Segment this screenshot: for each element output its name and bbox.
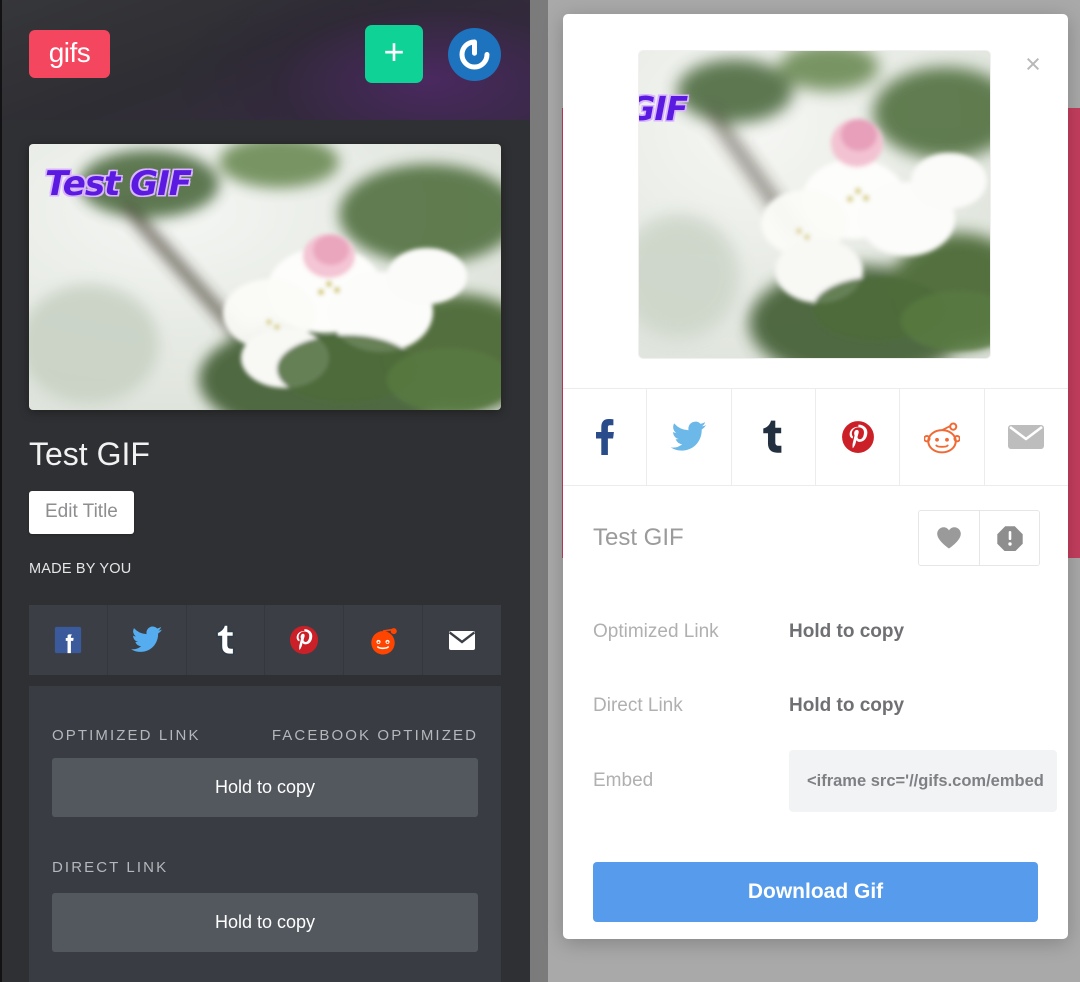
account-avatar-button[interactable]	[448, 27, 501, 81]
mail-icon	[448, 630, 476, 650]
facebook-icon	[54, 626, 82, 654]
modal-share-twitter-button[interactable]	[647, 389, 732, 485]
tumblr-icon	[763, 420, 782, 453]
modal-share-facebook-button[interactable]	[563, 389, 648, 485]
screen: gifs + Test GIF Test GIF Edit Title MADE…	[0, 0, 1080, 982]
twitter-icon	[670, 421, 707, 451]
modal-share-reddit-button[interactable]	[900, 389, 985, 485]
modal-direct-link-label: Direct Link	[593, 695, 683, 716]
modal-gif-image	[639, 51, 990, 358]
reddit-icon	[371, 628, 397, 655]
pinterest-icon	[841, 421, 874, 453]
modal-share-tumblr-button[interactable]	[732, 389, 816, 485]
modal-direct-link-row: Direct Link Hold to copy	[563, 680, 1068, 732]
modal-gif-preview[interactable]: t GIF	[639, 51, 990, 358]
share-bar	[29, 605, 501, 675]
modal-optimized-hold-to-copy[interactable]: Hold to copy	[789, 621, 904, 643]
modal-share-pinterest-button[interactable]	[816, 389, 901, 485]
gifs-logo[interactable]: gifs	[29, 30, 110, 78]
tumblr-icon	[215, 625, 235, 655]
mail-icon	[1008, 425, 1045, 449]
modal-action-group	[918, 510, 1040, 566]
reddit-icon	[923, 422, 960, 454]
gif-overlay-text: Test GIF	[45, 164, 192, 204]
modal-direct-hold-to-copy[interactable]: Hold to copy	[789, 695, 904, 717]
stage-left-edge	[530, 0, 548, 982]
direct-hold-to-copy-button[interactable]: Hold to copy	[52, 893, 478, 952]
optimized-hold-to-copy-button[interactable]: Hold to copy	[52, 758, 478, 817]
facebook-icon	[595, 419, 614, 455]
app-topbar: gifs +	[0, 0, 530, 108]
pinterest-icon	[290, 625, 319, 655]
edit-title-button[interactable]: Edit Title	[29, 491, 134, 534]
modal-embed-row: Embed <iframe src='//gifs.com/embed	[563, 746, 1068, 816]
modal-optimized-link-label: Optimized Link	[593, 621, 719, 642]
download-gif-button[interactable]: Download Gif	[593, 862, 1038, 922]
gif-title: Test GIF	[29, 436, 150, 472]
report-button[interactable]	[979, 511, 1039, 565]
modal-embed-field[interactable]: <iframe src='//gifs.com/embed	[789, 750, 1057, 812]
modal-optimized-link-row: Optimized Link Hold to copy	[563, 606, 1068, 658]
gifs-logo-text: gifs	[48, 37, 91, 68]
report-icon	[996, 526, 1023, 551]
share-facebook-button[interactable]	[29, 605, 108, 675]
modal-stage: × IF Test GIF Optimized Link Hold to cop…	[530, 0, 1080, 982]
made-by-you-label: MADE BY YOU	[29, 561, 132, 577]
optimized-link-labels: OPTIMIZED LINK FACEBOOK OPTIMIZED	[29, 727, 501, 744]
heart-icon	[937, 527, 961, 549]
modal-embed-label: Embed	[593, 770, 654, 791]
add-gif-button[interactable]: +	[365, 25, 423, 83]
gravatar-icon	[459, 39, 490, 69]
modal-share-email-button[interactable]	[985, 389, 1068, 485]
share-tumblr-button[interactable]	[187, 605, 266, 675]
plus-icon: +	[383, 31, 405, 72]
modal-title-row: Test GIF	[563, 486, 1068, 590]
gif-preview-card[interactable]: Test GIF	[29, 144, 501, 410]
panel-seam	[0, 0, 2, 982]
modal-share-bar	[563, 388, 1068, 486]
modal-gif-overlay-text: t GIF	[639, 89, 688, 128]
modal-gif-title: Test GIF	[593, 524, 684, 551]
share-twitter-button[interactable]	[108, 605, 187, 675]
optimized-link-label: OPTIMIZED LINK	[52, 727, 201, 744]
close-icon[interactable]: ×	[1016, 47, 1050, 81]
share-pinterest-button[interactable]	[265, 605, 345, 675]
gifs-app-panel: gifs + Test GIF Test GIF Edit Title MADE…	[0, 0, 530, 982]
share-email-button[interactable]	[423, 605, 501, 675]
favorite-button[interactable]	[919, 511, 979, 565]
facebook-optimized-label: FACEBOOK OPTIMIZED	[271, 727, 478, 744]
direct-link-labels: DIRECT LINK	[29, 859, 501, 876]
link-panel: OPTIMIZED LINK FACEBOOK OPTIMIZED Hold t…	[29, 686, 501, 982]
share-reddit-button[interactable]	[344, 605, 424, 675]
gif-share-modal: × IF Test GIF Optimized Link Hold to cop…	[563, 14, 1068, 939]
direct-link-label: DIRECT LINK	[52, 859, 169, 876]
twitter-icon	[130, 626, 162, 652]
